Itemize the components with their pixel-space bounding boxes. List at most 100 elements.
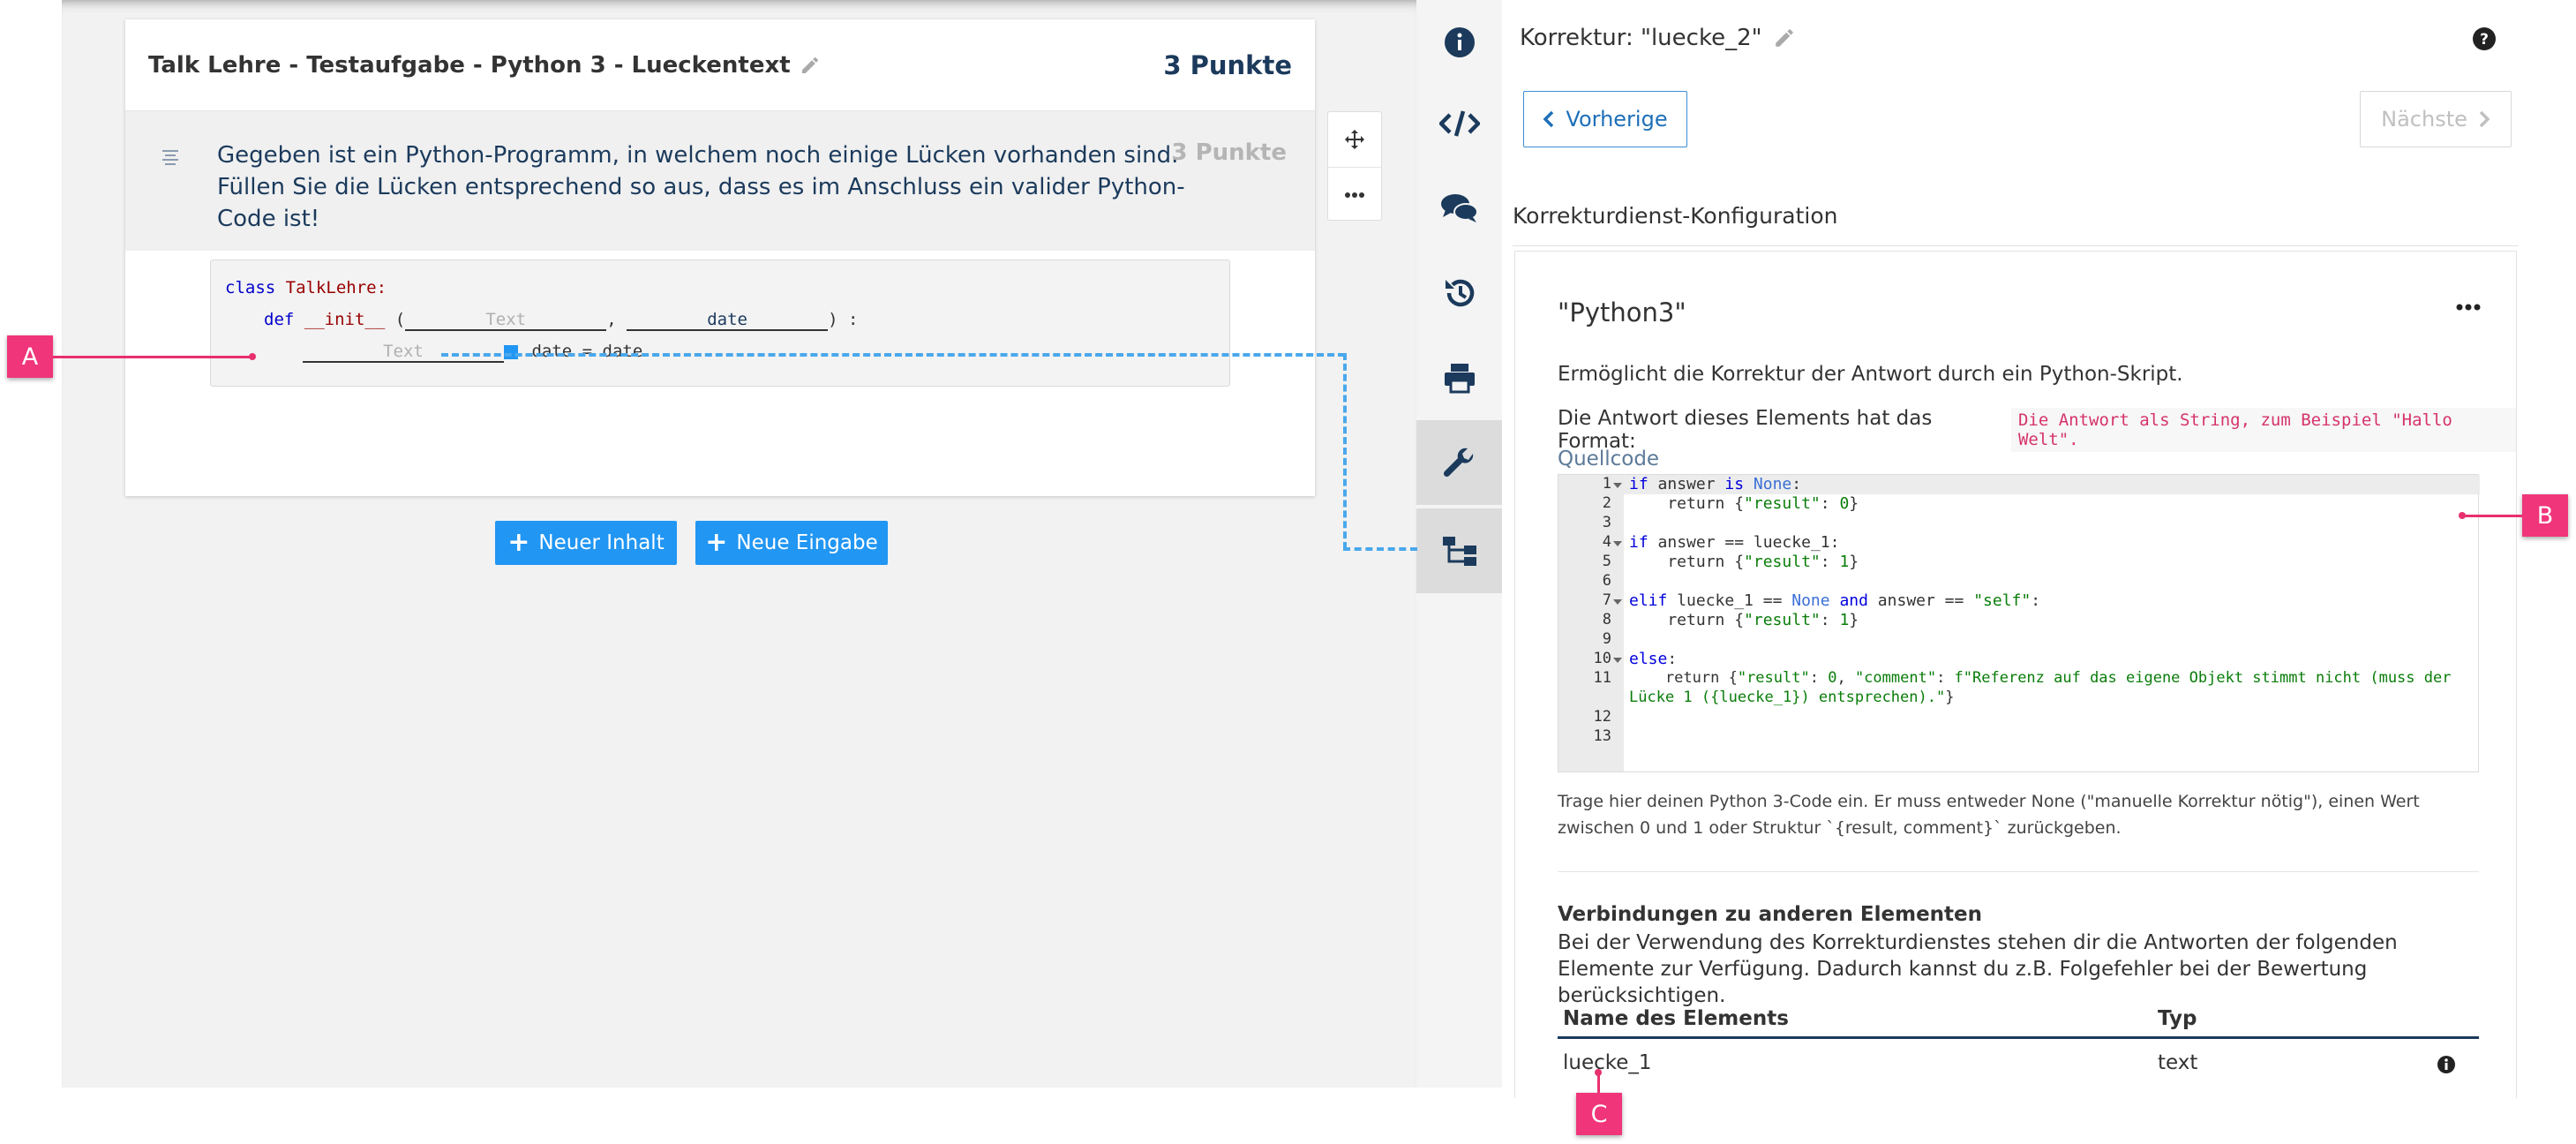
- line-number: 6: [1602, 572, 1611, 590]
- code-function-name: __init__: [304, 310, 386, 329]
- code-comma: ,: [606, 310, 617, 329]
- code-line-5: return {"result": 1}: [1629, 553, 1859, 571]
- connections-tab[interactable]: [1416, 508, 1502, 593]
- token: }: [1849, 553, 1859, 571]
- move-icon: [1345, 130, 1364, 149]
- token: and: [1829, 591, 1868, 610]
- token: return {: [1629, 553, 1745, 571]
- fold-arrow-icon[interactable]: [1613, 599, 1622, 605]
- annotation-pointer-dot: [249, 353, 256, 360]
- token: :: [1791, 475, 1802, 493]
- previous-button[interactable]: Vorherige: [1523, 91, 1687, 147]
- next-button[interactable]: Nächste: [2360, 91, 2512, 147]
- history-tab[interactable]: [1416, 251, 1502, 335]
- source-code-editor[interactable]: 1 2 3 4 5 6 7 8 9 10 11 12 13 if answer …: [1558, 474, 2480, 772]
- token: :: [1809, 669, 1829, 687]
- print-icon: [1444, 364, 1475, 394]
- history-icon: [1445, 279, 1474, 307]
- token: f"Referenz auf das eigene Objekt stimmt …: [1954, 669, 2452, 687]
- task-title-wrap: Talk Lehre - Testaufgabe - Python 3 - Lu…: [148, 52, 821, 79]
- pencil-icon[interactable]: [800, 55, 821, 76]
- previous-label: Vorherige: [1566, 107, 1668, 132]
- code-keyword: class: [225, 278, 276, 297]
- comments-icon: [1440, 194, 1478, 222]
- screen: Talk Lehre - Testaufgabe - Python 3 - Lu…: [0, 0, 2576, 1144]
- token: :: [1820, 494, 1840, 513]
- new-input-button[interactable]: + Neue Eingabe: [695, 521, 888, 565]
- config-description: Ermöglicht die Korrektur der Antwort dur…: [1558, 363, 2183, 386]
- line-number: 7: [1602, 591, 1611, 609]
- config-card: "Python3" Ermöglicht die Korrektur der A…: [1514, 251, 2517, 1098]
- code-line-3: Text .date = date: [303, 342, 642, 363]
- line-number: 11: [1593, 669, 1611, 687]
- token: :: [2031, 591, 2041, 610]
- fold-arrow-icon[interactable]: [1613, 658, 1622, 663]
- token: else: [1629, 650, 1668, 668]
- fold-arrow-icon[interactable]: [1613, 541, 1622, 546]
- line-number: 13: [1593, 727, 1611, 745]
- info-tab[interactable]: [1416, 0, 1502, 85]
- fold-arrow-icon[interactable]: [1613, 483, 1622, 488]
- token: "result": [1744, 611, 1821, 629]
- token: Lücke 1 ({luecke_1}) entsprechen).": [1629, 689, 1946, 706]
- move-button[interactable]: [1328, 112, 1381, 167]
- line-number: 10: [1593, 650, 1611, 667]
- connections-description: Bei der Verwendung des Korrekturdienstes…: [1558, 931, 2398, 1007]
- gap-2-input[interactable]: date: [627, 310, 829, 331]
- token: answer: [1648, 475, 1725, 493]
- header-type: Typ: [2158, 1007, 2197, 1030]
- connections-table-header: Name des Elements Typ: [1558, 1004, 2479, 1039]
- token: }: [1849, 494, 1859, 513]
- line-number: 1: [1602, 475, 1611, 493]
- annotation-marker-c: C: [1576, 1093, 1622, 1135]
- ellipsis-icon[interactable]: [2456, 303, 2481, 312]
- comments-tab[interactable]: [1416, 166, 1502, 251]
- gap-selected-marker: [504, 344, 518, 359]
- code-class-name: TalkLehre:: [285, 278, 387, 297]
- gap-1-input[interactable]: Text: [405, 310, 607, 331]
- panel-title: Korrektur: "luecke_2": [1520, 25, 1762, 51]
- header-name: Name des Elements: [1563, 1007, 1789, 1030]
- connections-title: Verbindungen zu anderen Elementen: [1558, 903, 1983, 926]
- token: None: [1791, 591, 1830, 610]
- more-options-button[interactable]: [1328, 167, 1381, 222]
- code-line-11-wrap: Lücke 1 ({luecke_1}) entsprechen)."}: [1629, 689, 1954, 706]
- pencil-icon[interactable]: [1773, 26, 1796, 49]
- token: return {: [1629, 669, 1738, 687]
- new-content-label: Neuer Inhalt: [538, 531, 665, 554]
- code-line-1: if answer is None:: [1629, 475, 1801, 493]
- plus-icon: +: [705, 527, 728, 558]
- connection-line: [441, 353, 1345, 357]
- line-number: 2: [1602, 494, 1611, 512]
- token: :: [1936, 669, 1955, 687]
- token: :: [1667, 650, 1678, 668]
- divider: [1558, 871, 2479, 872]
- print-tab[interactable]: [1416, 335, 1502, 420]
- section-divider: [1513, 245, 2519, 246]
- info-circle-icon[interactable]: [2437, 1055, 2456, 1074]
- editor-gutter: 1 2 3 4 5 6 7 8 9 10 11 12 13: [1558, 475, 1624, 771]
- token: }: [1945, 689, 1955, 706]
- token: :: [1820, 611, 1840, 629]
- correction-panel: Korrektur: "luecke_2" ? Vorherige Nächst…: [1502, 0, 2576, 1098]
- task-card: Talk Lehre - Testaufgabe - Python 3 - Lu…: [125, 19, 1315, 496]
- code-tab[interactable]: [1416, 81, 1502, 166]
- token: answer ==: [1867, 591, 1974, 610]
- code-line-8: return {"result": 1}: [1629, 611, 1859, 629]
- gap-3-input[interactable]: Text: [303, 342, 504, 363]
- table-row[interactable]: luecke_1 text: [1558, 1041, 2479, 1085]
- description-points: 3 Punkte: [1171, 139, 1287, 166]
- task-points: 3 Punkte: [1163, 49, 1292, 80]
- sitemap-icon: [1442, 537, 1476, 566]
- new-content-button[interactable]: + Neuer Inhalt: [495, 521, 677, 565]
- description-row[interactable]: Gegeben ist ein Python-Programm, in welc…: [125, 111, 1315, 251]
- token: 1: [1839, 611, 1850, 629]
- answer-format-row: Die Antwort dieses Elements hat das Form…: [1558, 407, 2516, 453]
- correction-tab[interactable]: [1416, 420, 1502, 505]
- token: luecke_1 ==: [1667, 591, 1792, 610]
- code-icon: [1438, 110, 1480, 137]
- text-align-icon: [162, 150, 178, 165]
- help-icon[interactable]: ?: [2472, 26, 2497, 51]
- code-paren-open: (: [394, 310, 406, 329]
- token: "result": [1744, 494, 1821, 513]
